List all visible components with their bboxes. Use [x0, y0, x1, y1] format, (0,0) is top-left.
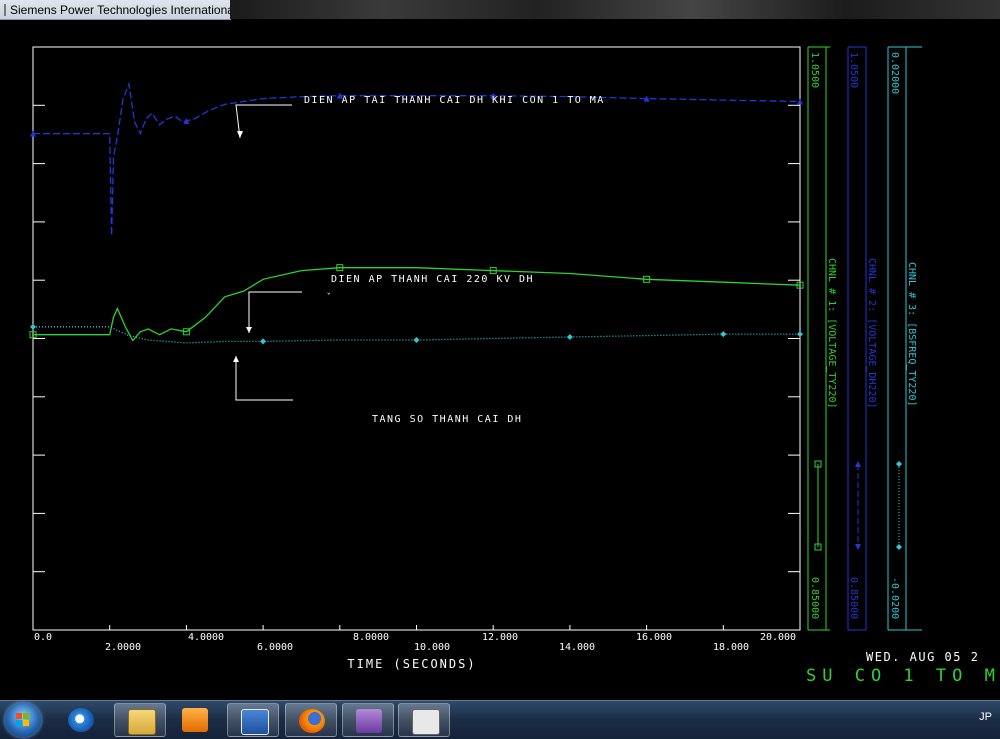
channel-1-min: 0.85000: [809, 577, 820, 619]
taskbar-pss-plot[interactable]: [398, 703, 450, 737]
word-icon: [241, 709, 269, 735]
x-tick-label: 0.0: [34, 632, 52, 643]
annotation-green-caret: ˇ: [326, 292, 331, 303]
channel-1-max: 1.0500: [809, 52, 820, 88]
annotation-green-leader: [248, 291, 302, 333]
series-marker-ch3: [797, 331, 803, 338]
annotation-blue-text: DIEN AP TAI THANH CAI DH KHI CON 1 TO MA: [304, 95, 605, 106]
taskbar-file-explorer[interactable]: [114, 703, 166, 737]
x-tick-label: 16.000: [636, 632, 672, 643]
x-tick-label: 10.000: [414, 642, 450, 653]
channel-3-min: -0.0200: [889, 577, 900, 619]
plot-canvas: 0.0 4.0000 8.0000 12.000 16.000 20.000 2…: [29, 46, 1000, 686]
taskbar-media-player[interactable]: [169, 703, 221, 737]
annotation-blue: DIEN AP TAI THANH CAI DH KHI CON 1 TO MA: [235, 95, 605, 139]
media-player-icon: [182, 708, 208, 732]
annotation-cyan-leader: [235, 356, 293, 401]
channel-3-axis: 0.02000 CHNL # 3: [BSFREQ_TY220] -0.0200: [887, 46, 922, 631]
annotation-green-text: DIEN AP THANH CAI 220 KV DH: [331, 274, 534, 285]
channel-2-min: 0.85000: [848, 577, 859, 619]
series-marker-ch2: [797, 98, 803, 105]
pss-plot-icon: [412, 709, 440, 735]
channel-2-max: 1.0500: [848, 52, 859, 88]
series-marker-ch3: [260, 338, 267, 345]
firefox-icon: [299, 709, 325, 733]
annotation-green-arrow: [246, 327, 252, 333]
channel-1-axis: 1.0500 CHNL # 1: [VOLTAGE_TY220] 0.85000: [807, 46, 837, 631]
windows-flag-icon: [16, 713, 30, 727]
tray-language-indicator[interactable]: JP: [979, 711, 992, 723]
annotation-cyan-arrow: [233, 356, 239, 362]
series-line-ch2: [33, 81, 801, 236]
x-tick-label: 6.0000: [257, 642, 293, 653]
x-tick-label: 8.0000: [353, 632, 389, 643]
channel-3-label: CHNL # 3: [BSFREQ_TY220]: [906, 262, 917, 407]
annotation-cyan-text: TANG SO THANH CAI DH: [372, 414, 522, 425]
taskbar-firefox[interactable]: [285, 703, 337, 737]
x-tick-label: 4.0000: [188, 632, 224, 643]
x-tick-label: 2.0000: [105, 642, 141, 653]
annotation-green: DIEN AP THANH CAI 220 KV DH ˇ: [246, 274, 534, 333]
series-marker-ch3: [30, 323, 36, 330]
case-title: SU CO 1 TO M: [806, 666, 1000, 686]
channel-3-max: 0.02000: [889, 52, 900, 94]
taskbar-onenote[interactable]: [342, 703, 394, 737]
taskbar: JP: [0, 700, 1000, 739]
taskbar-internet-explorer[interactable]: [55, 703, 107, 737]
x-tick-label: 20.000: [760, 632, 796, 643]
channel-2-label: CHNL # 2: [VOLTAGE_DH220]: [866, 258, 877, 409]
plot-date: WED. AUG 05 2: [866, 650, 979, 664]
annotation-cyan: TANG SO THANH CAI DH: [233, 356, 522, 425]
internet-explorer-icon: [68, 708, 94, 732]
channel-2-axis: 1.0500 CHNL # 2: [VOLTAGE_DH220] 0.85000: [847, 46, 877, 631]
x-ticks: [109, 625, 724, 630]
file-explorer-icon: [128, 709, 156, 735]
x-tick-label: 12.000: [482, 632, 518, 643]
channel-1-label: CHNL # 1: [VOLTAGE_TY220]: [826, 258, 837, 409]
start-button[interactable]: [5, 703, 41, 737]
taskbar-word[interactable]: [227, 703, 279, 737]
x-tick-label: 18.000: [713, 642, 749, 653]
x-axis-label: TIME (SECONDS): [347, 657, 476, 671]
annotation-blue-arrow: [237, 131, 243, 138]
series-marker-ch3: [413, 336, 420, 343]
x-tick-label: 14.000: [559, 642, 595, 653]
annotation-blue-leader: [235, 104, 292, 139]
x-tick-labels: 0.0 4.0000 8.0000 12.000 16.000 20.000 2…: [34, 632, 796, 653]
series-marker-ch3: [566, 334, 573, 341]
onenote-icon: [356, 709, 382, 733]
series-marker-ch3: [720, 331, 727, 338]
series-layer: [29, 81, 804, 345]
